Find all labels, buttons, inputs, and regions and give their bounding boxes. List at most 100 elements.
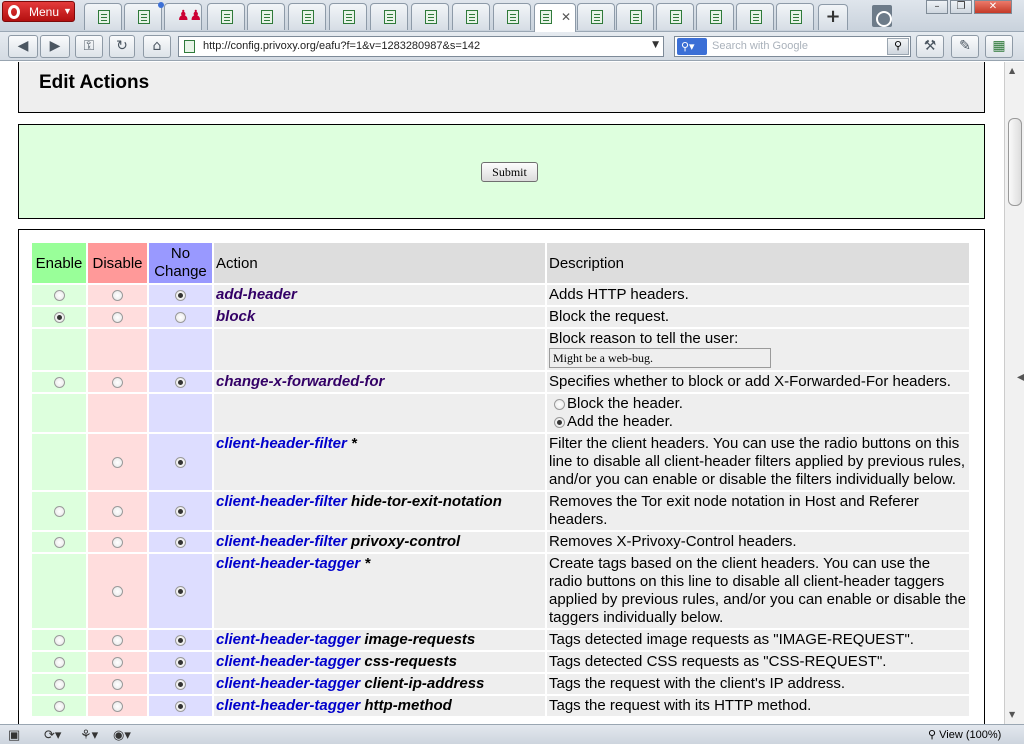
action-link[interactable]: client-header-filter <box>216 493 347 510</box>
no-change-radio[interactable] <box>175 505 186 517</box>
disable-radio[interactable] <box>112 678 123 690</box>
zoom-indicator[interactable]: ⚲ View (100%) <box>928 728 1001 741</box>
action-link[interactable]: client-header-tagger <box>216 697 360 714</box>
browser-tab[interactable] <box>329 3 367 30</box>
action-link[interactable]: client-header-filter <box>216 533 347 550</box>
search-box[interactable]: ⚲▾ Search with Google ⚲ <box>674 36 911 57</box>
browser-tab[interactable] <box>207 3 245 30</box>
browser-tab[interactable]: ♟♟ <box>164 3 202 30</box>
no-change-radio[interactable] <box>175 311 186 323</box>
browser-tab[interactable] <box>411 3 449 30</box>
minimize-button[interactable]: – <box>926 0 948 14</box>
browser-tab[interactable] <box>247 3 285 30</box>
action-description: Tags detected image requests as "IMAGE-R… <box>547 630 969 650</box>
close-tab-icon[interactable]: ✕ <box>561 10 571 24</box>
enable-radio[interactable] <box>53 376 65 388</box>
no-change-radio[interactable] <box>175 678 186 690</box>
unite-icon[interactable]: ⚘▾ <box>80 727 98 742</box>
submit-button[interactable]: Submit <box>481 162 538 182</box>
browser-tab[interactable] <box>84 3 122 30</box>
disable-radio[interactable] <box>112 536 123 548</box>
action-link[interactable]: client-header-tagger <box>216 653 360 670</box>
trash-icon[interactable] <box>872 5 892 27</box>
enable-radio[interactable] <box>53 289 65 301</box>
browser-tab[interactable] <box>616 3 654 30</box>
chevron-down-icon[interactable]: ▼ <box>652 40 659 50</box>
enable-radio[interactable] <box>53 311 65 323</box>
no-change-radio[interactable] <box>175 536 186 548</box>
browser-tab[interactable] <box>696 3 734 30</box>
page-icon <box>750 10 762 24</box>
disable-radio[interactable] <box>112 700 123 712</box>
disable-radio[interactable] <box>112 505 123 517</box>
disable-radio[interactable] <box>112 311 123 323</box>
disable-radio[interactable] <box>112 376 123 388</box>
block-reason-input[interactable]: Might be a web-bug. <box>549 348 771 368</box>
search-engine-icon[interactable]: ⚲▾ <box>677 38 707 55</box>
no-change-radio[interactable] <box>175 376 186 388</box>
extension-icon[interactable]: ▦ <box>985 35 1013 58</box>
disable-radio[interactable] <box>112 634 123 646</box>
back-icon[interactable]: ◀ <box>8 35 38 58</box>
add-header-radio[interactable] <box>554 416 565 428</box>
xff-option-block[interactable]: Block the header. <box>549 395 967 413</box>
browser-tab[interactable] <box>577 3 615 30</box>
no-change-radio[interactable] <box>175 585 186 597</box>
xff-option-add[interactable]: Add the header. <box>549 413 967 431</box>
enable-radio[interactable] <box>53 678 65 690</box>
reload-icon[interactable]: ↻ <box>109 35 135 58</box>
no-change-radio[interactable] <box>175 634 186 646</box>
action-param: * <box>351 435 357 452</box>
scrollbar-thumb[interactable] <box>1008 118 1022 206</box>
action-link[interactable]: add-header <box>216 286 297 303</box>
enable-radio[interactable] <box>53 700 65 712</box>
browser-tab[interactable] <box>493 3 531 30</box>
address-url[interactable]: http://config.privoxy.org/eafu?f=1&v=128… <box>203 40 480 52</box>
new-tab-button[interactable]: + <box>818 4 848 30</box>
restore-button[interactable]: ❐ <box>950 0 972 14</box>
speed-dial-icon[interactable]: ◉▾ <box>113 727 131 742</box>
disable-radio[interactable] <box>112 289 123 301</box>
no-change-radio[interactable] <box>175 700 186 712</box>
block-header-radio[interactable] <box>554 398 565 410</box>
disable-radio[interactable] <box>112 585 123 597</box>
action-link[interactable]: block <box>216 308 255 325</box>
panel-handle-icon[interactable]: ◀ <box>1017 372 1024 383</box>
browser-tab[interactable] <box>736 3 774 30</box>
browser-tab-active[interactable]: ✕ <box>534 3 576 32</box>
scroll-up-icon[interactable]: ▲ <box>1009 66 1015 75</box>
scroll-down-icon[interactable]: ▼ <box>1009 710 1015 719</box>
action-link[interactable]: change-x-forwarded-for <box>216 373 384 390</box>
action-link[interactable]: client-header-filter <box>216 435 347 452</box>
key-icon[interactable]: ⚿ <box>75 35 103 58</box>
disable-radio[interactable] <box>112 656 123 668</box>
turbo-icon[interactable]: ✎ <box>951 35 979 58</box>
window-close-button[interactable]: ✕ <box>974 0 1012 14</box>
opera-menu-button[interactable]: Menu ▼ <box>2 1 75 22</box>
action-link[interactable]: client-header-tagger <box>216 555 360 572</box>
tools-icon[interactable]: ⚒ <box>916 35 944 58</box>
browser-tab[interactable] <box>124 3 162 30</box>
address-bar[interactable]: http://config.privoxy.org/eafu?f=1&v=128… <box>178 36 664 57</box>
sync-icon[interactable]: ⟳▾ <box>44 727 61 742</box>
browser-tab[interactable] <box>370 3 408 30</box>
enable-radio[interactable] <box>53 505 65 517</box>
panel-toggle-icon[interactable]: ▣ <box>8 727 20 742</box>
disable-radio[interactable] <box>112 456 123 468</box>
browser-tab[interactable] <box>776 3 814 30</box>
search-icon[interactable]: ⚲ <box>887 38 909 55</box>
enable-radio[interactable] <box>53 536 65 548</box>
no-change-radio[interactable] <box>175 656 186 668</box>
no-change-radio[interactable] <box>175 289 186 301</box>
browser-tab[interactable] <box>452 3 490 30</box>
enable-radio[interactable] <box>53 656 65 668</box>
browser-tab[interactable] <box>288 3 326 30</box>
action-link[interactable]: client-header-tagger <box>216 631 360 648</box>
enable-radio[interactable] <box>53 634 65 646</box>
action-link[interactable]: client-header-tagger <box>216 675 360 692</box>
home-icon[interactable]: ⌂ <box>143 35 171 58</box>
vertical-scrollbar[interactable]: ▲ ▼ <box>1004 62 1024 724</box>
browser-tab[interactable] <box>656 3 694 30</box>
no-change-radio[interactable] <box>175 456 186 468</box>
forward-icon[interactable]: ▶ <box>40 35 70 58</box>
